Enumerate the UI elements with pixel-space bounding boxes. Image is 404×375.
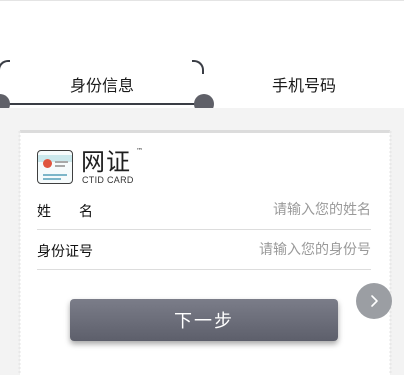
name-input[interactable] [151,198,371,222]
brand-trademark: ™ [136,147,143,155]
tab-bar: 身份信息 手机号码 [0,60,404,108]
header-blank [0,0,404,60]
tab-phone-number-label: 手机号码 [271,76,336,95]
name-label: 姓名 [37,204,121,220]
side-next-button[interactable] [356,283,392,319]
ctid-brand-logo: 网证 ™ CTID CARD [37,147,157,188]
chevron-right-icon [371,295,378,307]
card-perforated-edge-left [18,130,21,375]
id-number-label: 身份证号 [37,244,93,260]
id-card-icon [37,150,73,184]
brand-subtitle: CTID CARD [82,175,134,185]
id-number-field-row: 身份证号 [37,230,371,270]
tab-identity-info-label: 身份信息 [69,76,134,95]
next-step-button[interactable]: 下一步 [70,299,338,341]
id-number-input[interactable] [151,238,371,262]
card-perforated-edge-right [389,130,392,375]
name-field-row: 姓名 [37,190,371,230]
tab-identity-info[interactable]: 身份信息 [0,60,204,108]
brand-title: 网证 [81,148,131,176]
tab-phone-number[interactable]: 手机号码 [204,60,404,108]
